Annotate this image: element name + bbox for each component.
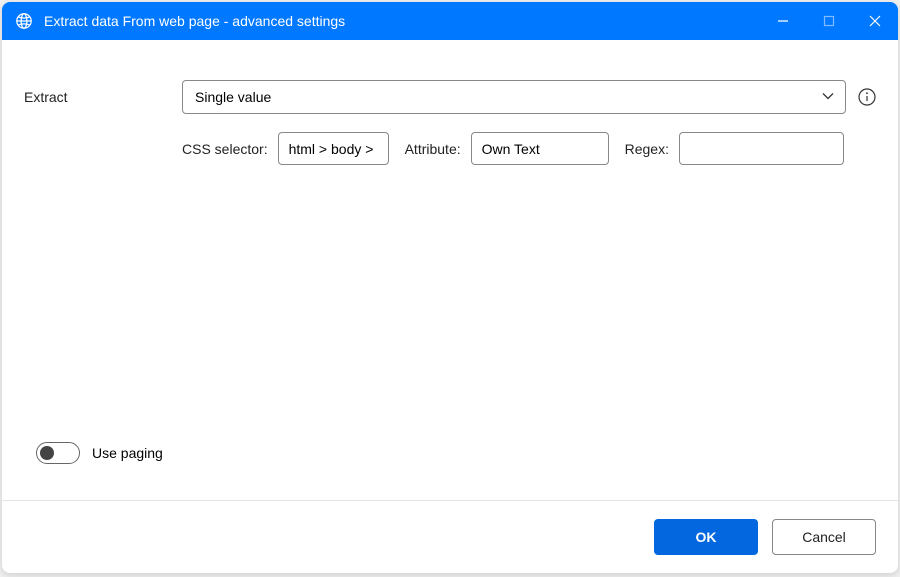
toggle-knob (40, 446, 54, 460)
extract-row: Extract Single value (24, 80, 876, 114)
regex-label: Regex: (625, 141, 669, 157)
dialog-footer: OK Cancel (2, 500, 898, 573)
attribute-input[interactable] (471, 132, 609, 165)
css-selector-label: CSS selector: (182, 141, 268, 157)
dialog-content: Extract Single value CSS selector: Attri… (2, 40, 898, 500)
cancel-button[interactable]: Cancel (772, 519, 876, 555)
extract-label: Extract (24, 89, 182, 105)
selector-row: CSS selector: Attribute: Regex: (182, 132, 876, 165)
use-paging-toggle[interactable] (36, 442, 80, 464)
minimize-button[interactable] (760, 2, 806, 40)
paging-row: Use paging (36, 442, 876, 464)
window-controls (760, 2, 898, 40)
globe-icon (14, 11, 34, 31)
attribute-label: Attribute: (405, 141, 461, 157)
extract-dropdown[interactable]: Single value (182, 80, 846, 114)
use-paging-label: Use paging (92, 445, 163, 461)
extract-dropdown-value: Single value (195, 89, 271, 105)
ok-button[interactable]: OK (654, 519, 758, 555)
dialog-window: Extract data From web page - advanced se… (2, 2, 898, 573)
maximize-button (806, 2, 852, 40)
chevron-down-icon (821, 89, 835, 106)
close-button[interactable] (852, 2, 898, 40)
css-selector-input[interactable] (278, 132, 389, 165)
titlebar: Extract data From web page - advanced se… (2, 2, 898, 40)
info-icon[interactable] (858, 88, 876, 106)
window-title: Extract data From web page - advanced se… (44, 13, 760, 29)
regex-input[interactable] (679, 132, 844, 165)
